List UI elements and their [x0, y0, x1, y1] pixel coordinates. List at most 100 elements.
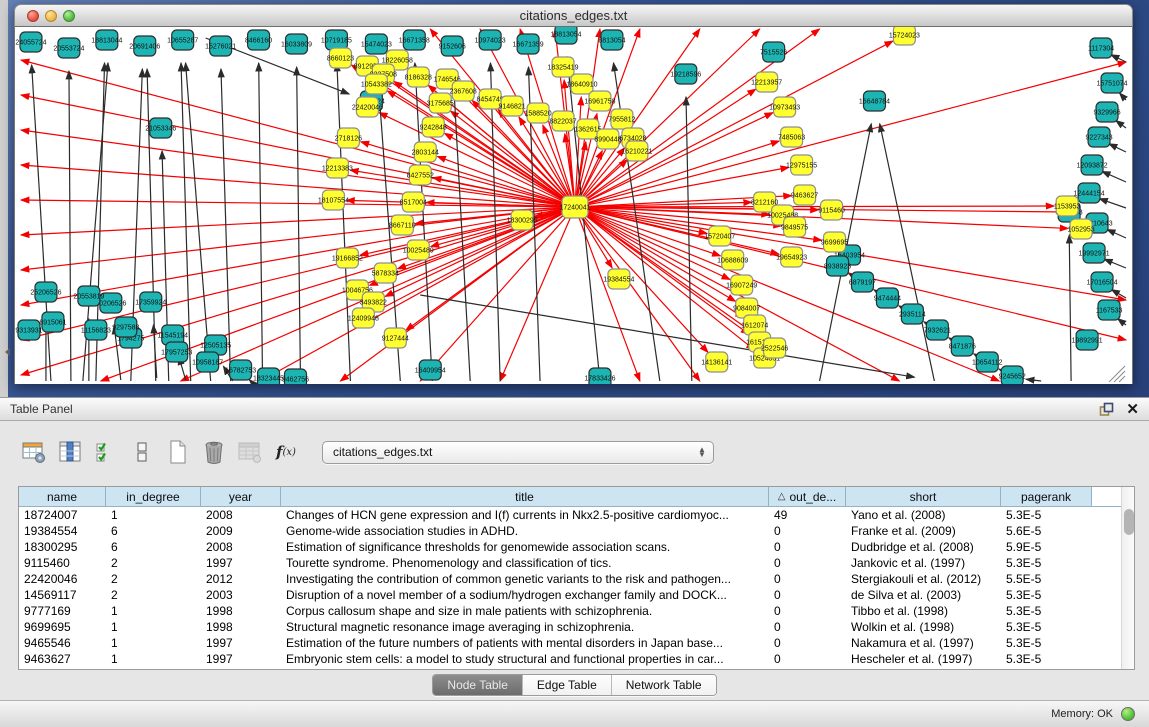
graph-node[interactable]: 1052953: [1068, 219, 1095, 239]
graph-node[interactable]: 19654923: [776, 247, 807, 267]
table-cell[interactable]: Tibbo et al. (1998): [846, 603, 1001, 619]
table-cell[interactable]: 1998: [201, 619, 281, 635]
graph-node[interactable]: 8471876: [949, 336, 976, 356]
graph-node[interactable]: 15474023: [361, 34, 392, 54]
table-row[interactable]: 1456911722003Disruption of a novel membe…: [19, 587, 1121, 603]
graph-node[interactable]: 8813054: [598, 30, 625, 50]
graph-hub-node[interactable]: 17240041: [559, 196, 590, 218]
table-cell[interactable]: Stergiakouli et al. (2012): [846, 571, 1001, 587]
table-cell[interactable]: 0: [769, 619, 846, 635]
graph-node[interactable]: 25206526: [30, 282, 61, 302]
graph-node[interactable]: 10974023: [475, 30, 506, 50]
table-cell[interactable]: 49: [769, 507, 846, 523]
graph-node[interactable]: 19166852: [332, 248, 363, 268]
table-row[interactable]: 1938455462009Genome-wide association stu…: [19, 523, 1121, 539]
close-panel-icon[interactable]: ✕: [1126, 402, 1139, 417]
table-cell[interactable]: Estimation of the future numbers of pati…: [281, 635, 769, 651]
table-cell[interactable]: 1: [106, 619, 201, 635]
import-table-icon[interactable]: [234, 436, 266, 468]
graph-node[interactable]: 19384554: [603, 269, 634, 289]
graph-node[interactable]: 16648784: [859, 91, 890, 111]
graph-node[interactable]: 10719185: [321, 30, 352, 50]
table-cell[interactable]: 9465546: [19, 635, 106, 651]
graph-node[interactable]: 16782753: [225, 360, 256, 380]
citation-network-graph[interactable]: 2405572420553724188130442069140610655287…: [15, 27, 1132, 384]
table-cell[interactable]: 1997: [201, 651, 281, 667]
graph-node[interactable]: 9699695: [821, 232, 848, 252]
graph-node[interactable]: 1167533: [1096, 300, 1123, 320]
column-header-short[interactable]: short: [846, 487, 1001, 507]
graph-node[interactable]: 10654112: [972, 352, 1003, 372]
graph-node[interactable]: 8990448: [594, 129, 621, 149]
function-builder-icon[interactable]: f(x): [270, 436, 302, 468]
panel-splitter-arrow-icon[interactable]: [1, 348, 10, 356]
table-cell[interactable]: 0: [769, 587, 846, 603]
graph-node[interactable]: 15720407: [704, 226, 735, 246]
column-header-pagerank[interactable]: pagerank: [1001, 487, 1092, 507]
table-row[interactable]: 1830029562008Estimation of significance …: [19, 539, 1121, 555]
table-cell[interactable]: Estimation of significance thresholds fo…: [281, 539, 769, 555]
select-all-rows-icon[interactable]: [90, 436, 122, 468]
table-cell[interactable]: Jankovic et al. (1997): [846, 555, 1001, 571]
table-cell[interactable]: Genome-wide association studies in ADHD.: [281, 523, 769, 539]
graph-node[interactable]: 17016504: [1087, 272, 1118, 292]
graph-node[interactable]: 16961758: [584, 91, 615, 111]
graph-node[interactable]: 18107554: [318, 190, 349, 210]
graph-node[interactable]: 19892991: [1072, 330, 1103, 350]
graph-node[interactable]: 12213957: [751, 72, 782, 92]
graph-node[interactable]: 10655287: [167, 30, 198, 50]
table-cell[interactable]: 9699695: [19, 619, 106, 635]
graph-node[interactable]: 9462756: [282, 369, 309, 384]
show-column-icon[interactable]: [54, 436, 86, 468]
graph-node[interactable]: 6879197: [849, 272, 876, 292]
graph-node[interactable]: 9474444: [874, 288, 901, 308]
table-cell[interactable]: 14569117: [19, 587, 106, 603]
graph-node[interactable]: 7955812: [608, 109, 635, 129]
table-cell[interactable]: 5.3E-5: [1001, 507, 1092, 523]
table-cell[interactable]: Nakamura et al. (1997): [846, 635, 1001, 651]
table-cell[interactable]: 1997: [201, 635, 281, 651]
table-cell[interactable]: 0: [769, 571, 846, 587]
graph-node[interactable]: 9245652: [999, 366, 1026, 384]
table-row[interactable]: 2242004622012Investigating the contribut…: [19, 571, 1121, 587]
table-cell[interactable]: Structural magnetic resonance image aver…: [281, 619, 769, 635]
table-cell[interactable]: Investigating the contribution of common…: [281, 571, 769, 587]
table-cell[interactable]: 22420046: [19, 571, 106, 587]
table-cell[interactable]: Franke et al. (2009): [846, 523, 1001, 539]
graph-node[interactable]: 9242848: [420, 117, 447, 137]
table-cell[interactable]: 5.6E-5: [1001, 523, 1092, 539]
graph-node[interactable]: 18813054: [550, 27, 581, 44]
graph-node[interactable]: 8466160: [245, 30, 272, 50]
table-cell[interactable]: 5.5E-5: [1001, 571, 1092, 587]
table-cell[interactable]: 2: [106, 571, 201, 587]
graph-node[interactable]: 9115460: [818, 200, 845, 220]
network-canvas[interactable]: 2405572420553724188130442069140610655287…: [14, 27, 1133, 384]
window-titlebar[interactable]: citations_edges.txt: [14, 4, 1133, 27]
graph-node[interactable]: 12093872: [1077, 155, 1108, 175]
table-cell[interactable]: 1997: [201, 555, 281, 571]
table-cell[interactable]: Dudbridge et al. (2008): [846, 539, 1001, 555]
graph-node[interactable]: 2522546: [761, 338, 788, 358]
graph-node[interactable]: 10688609: [717, 250, 748, 270]
graph-node[interactable]: 2803144: [412, 142, 439, 162]
table-cell[interactable]: Yano et al. (2008): [846, 507, 1001, 523]
create-table-icon[interactable]: [162, 436, 194, 468]
graph-node[interactable]: 21053346: [145, 118, 176, 138]
graph-node[interactable]: 8186328: [405, 67, 432, 87]
table-options-icon[interactable]: [18, 436, 50, 468]
table-row[interactable]: 1872400712008Changes of HCN gene express…: [19, 507, 1121, 523]
graph-node[interactable]: 16671359: [513, 34, 544, 54]
table-cell[interactable]: 2008: [201, 507, 281, 523]
graph-node[interactable]: 19992971: [1079, 243, 1110, 263]
graph-node[interactable]: 16907249: [726, 275, 757, 295]
graph-node[interactable]: 10973493: [769, 97, 800, 117]
column-header-in_degree[interactable]: in_degree: [106, 487, 201, 507]
table-cell[interactable]: 1: [106, 603, 201, 619]
graph-node[interactable]: 1153953: [1054, 196, 1081, 216]
graph-node[interactable]: 16671358: [399, 30, 430, 50]
graph-node[interactable]: 2935114: [899, 304, 926, 324]
graph-node[interactable]: 12213383: [322, 158, 353, 178]
graph-node[interactable]: 24055724: [15, 32, 46, 52]
table-cell[interactable]: 9777169: [19, 603, 106, 619]
graph-node[interactable]: 16409954: [415, 360, 446, 380]
